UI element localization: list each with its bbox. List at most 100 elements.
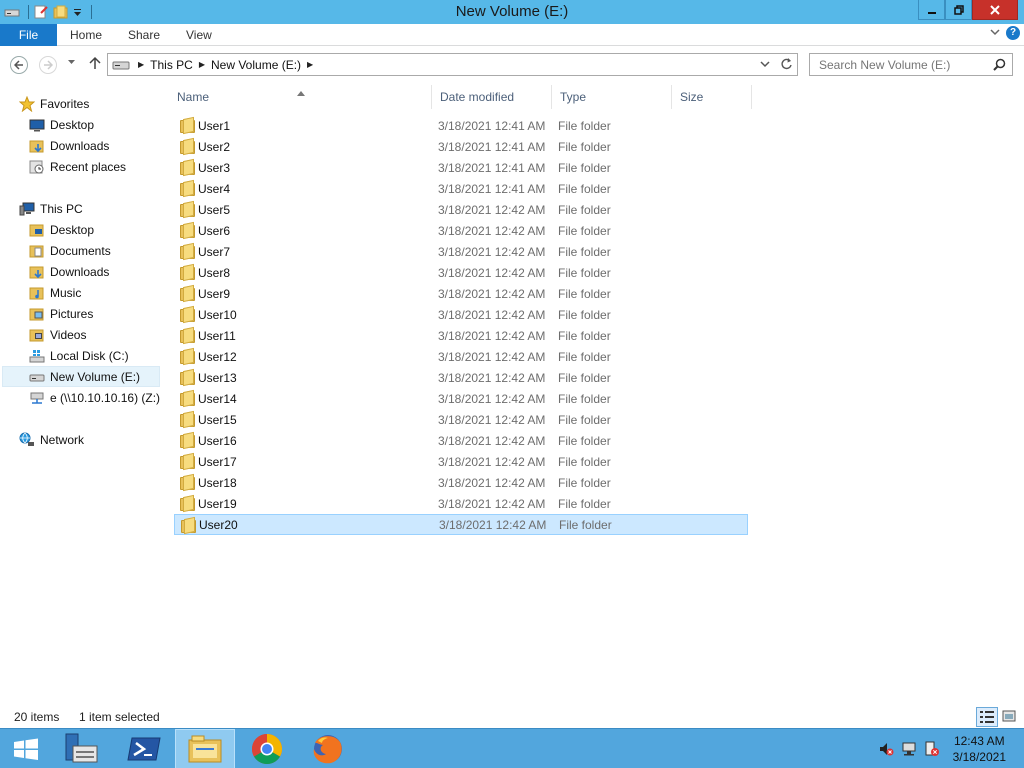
forward-button[interactable]: [39, 56, 57, 74]
folder-icon: [180, 223, 195, 238]
taskbar-file-explorer[interactable]: [175, 729, 235, 768]
column-header-size[interactable]: Size: [672, 85, 752, 109]
help-icon[interactable]: ?: [1006, 26, 1020, 40]
file-name: User12: [198, 349, 237, 364]
nav-network[interactable]: Network: [19, 429, 177, 450]
address-bar[interactable]: ▶ This PC ▶ New Volume (E:) ▶: [107, 53, 798, 76]
file-name: User11: [198, 328, 236, 343]
star-icon: [18, 95, 36, 112]
column-header-date[interactable]: Date modified: [432, 85, 552, 109]
nav-favorites-desktop[interactable]: Desktop: [29, 114, 187, 135]
address-history-dropdown-icon[interactable]: [760, 57, 770, 74]
breadcrumb-separator-icon[interactable]: ▶: [307, 60, 313, 69]
breadcrumb-separator-icon[interactable]: ▶: [199, 60, 205, 69]
table-row[interactable]: User1 3/18/2021 12:41 AM File folder: [174, 115, 748, 136]
refresh-icon[interactable]: [780, 57, 793, 74]
details-view-button[interactable]: [976, 707, 998, 727]
column-header-name[interactable]: Name: [169, 85, 432, 109]
table-row[interactable]: User4 3/18/2021 12:41 AM File folder: [174, 178, 748, 199]
file-date-modified: 3/18/2021 12:42 AM: [438, 475, 546, 490]
sort-ascending-icon: [297, 83, 305, 107]
search-icon[interactable]: [993, 58, 1006, 71]
nav-pc-downloads[interactable]: Downloads: [29, 261, 187, 282]
taskbar-chrome[interactable]: [237, 729, 297, 768]
ribbon-right-controls: ?: [990, 26, 1020, 40]
table-row[interactable]: User10 3/18/2021 12:42 AM File folder: [174, 304, 748, 325]
table-row[interactable]: User15 3/18/2021 12:42 AM File folder: [174, 409, 748, 430]
table-row[interactable]: User16 3/18/2021 12:42 AM File folder: [174, 430, 748, 451]
breadcrumb-separator-icon[interactable]: ▶: [138, 60, 144, 69]
recent-locations-icon[interactable]: [67, 57, 76, 69]
table-row[interactable]: User6 3/18/2021 12:42 AM File folder: [174, 220, 748, 241]
nav-item-label: Pictures: [50, 306, 94, 321]
restore-button[interactable]: [945, 0, 972, 20]
table-row[interactable]: User5 3/18/2021 12:42 AM File folder: [174, 199, 748, 220]
table-row[interactable]: User7 3/18/2021 12:42 AM File folder: [174, 241, 748, 262]
up-button[interactable]: [89, 56, 101, 73]
tab-share[interactable]: Share: [128, 24, 160, 46]
nav-favorites-recent-places[interactable]: Recent places: [29, 156, 187, 177]
nav-favorites-downloads[interactable]: Downloads: [29, 135, 187, 156]
search-box[interactable]: [809, 53, 1013, 76]
taskbar-powershell[interactable]: [114, 729, 174, 768]
network-status-icon[interactable]: [902, 741, 918, 760]
column-header-type[interactable]: Type: [552, 85, 672, 109]
breadcrumb-new-volume[interactable]: New Volume (E:): [211, 58, 301, 72]
nav-pc-new-volume[interactable]: New Volume (E:): [2, 366, 160, 387]
nav-this-pc[interactable]: This PC: [19, 198, 177, 219]
volume-muted-icon[interactable]: [878, 741, 894, 760]
table-row[interactable]: User9 3/18/2021 12:42 AM File folder: [174, 283, 748, 304]
window-title: New Volume (E:): [455, 3, 569, 20]
nav-pc-local-disk[interactable]: Local Disk (C:): [29, 345, 187, 366]
close-button[interactable]: [972, 0, 1018, 20]
nav-pc-desktop[interactable]: Desktop: [29, 219, 187, 240]
nav-pc-videos[interactable]: Videos: [29, 324, 187, 345]
table-row[interactable]: User13 3/18/2021 12:42 AM File folder: [174, 367, 748, 388]
file-date-modified: 3/18/2021 12:42 AM: [438, 454, 546, 469]
table-row[interactable]: User18 3/18/2021 12:42 AM File folder: [174, 472, 748, 493]
address-bar-controls: [760, 57, 793, 74]
start-button[interactable]: [0, 729, 52, 768]
table-row[interactable]: User19 3/18/2021 12:42 AM File folder: [174, 493, 748, 514]
back-button[interactable]: [10, 56, 28, 74]
tab-home[interactable]: Home: [70, 24, 102, 46]
table-row[interactable]: User17 3/18/2021 12:42 AM File folder: [174, 451, 748, 472]
file-name: User8: [198, 265, 231, 280]
table-row[interactable]: User11 3/18/2021 12:42 AM File folder: [174, 325, 748, 346]
search-input[interactable]: [810, 54, 990, 75]
powershell-icon: [127, 737, 161, 761]
minimize-button[interactable]: [918, 0, 945, 20]
table-row[interactable]: User20 3/18/2021 12:42 AM File folder: [174, 514, 748, 535]
taskbar-server-manager[interactable]: [53, 729, 113, 768]
nav-item-label: Downloads: [50, 264, 110, 279]
network-drive-icon: [29, 390, 45, 406]
minimize-icon: [927, 11, 936, 14]
clock-date: 3/18/2021: [952, 750, 1006, 764]
nav-pc-network-drive[interactable]: e (\\10.10.10.16) (Z:): [29, 387, 187, 408]
nav-pc-pictures[interactable]: Pictures: [29, 303, 187, 324]
file-date-modified: 3/18/2021 12:42 AM: [438, 244, 546, 259]
expand-ribbon-icon[interactable]: [990, 27, 1000, 40]
file-date-modified: 3/18/2021 12:42 AM: [438, 202, 546, 217]
nav-item-label: Desktop: [50, 117, 95, 132]
nav-favorites[interactable]: Favorites: [18, 93, 177, 114]
large-icons-view-button[interactable]: [999, 707, 1021, 727]
table-row[interactable]: User8 3/18/2021 12:42 AM File folder: [174, 262, 748, 283]
file-date-modified: 3/18/2021 12:42 AM: [438, 286, 546, 301]
tab-view[interactable]: View: [186, 24, 212, 46]
file-name: User16: [198, 433, 237, 448]
table-row[interactable]: User12 3/18/2021 12:42 AM File folder: [174, 346, 748, 367]
table-row[interactable]: User3 3/18/2021 12:41 AM File folder: [174, 157, 748, 178]
tab-file[interactable]: File: [0, 24, 57, 46]
taskbar-firefox[interactable]: [298, 729, 358, 768]
file-type: File folder: [558, 328, 611, 343]
action-center-warning-icon[interactable]: [924, 741, 940, 760]
nav-pc-documents[interactable]: Documents: [29, 240, 187, 261]
table-row[interactable]: User2 3/18/2021 12:41 AM File folder: [174, 136, 748, 157]
file-name: User3: [198, 160, 231, 175]
drive-icon: [112, 61, 130, 69]
table-row[interactable]: User14 3/18/2021 12:42 AM File folder: [174, 388, 748, 409]
breadcrumb-this-pc[interactable]: This PC: [150, 58, 193, 72]
nav-pc-music[interactable]: Music: [29, 282, 187, 303]
taskbar-clock[interactable]: 12:43 AM 3/18/2021: [953, 733, 1006, 765]
